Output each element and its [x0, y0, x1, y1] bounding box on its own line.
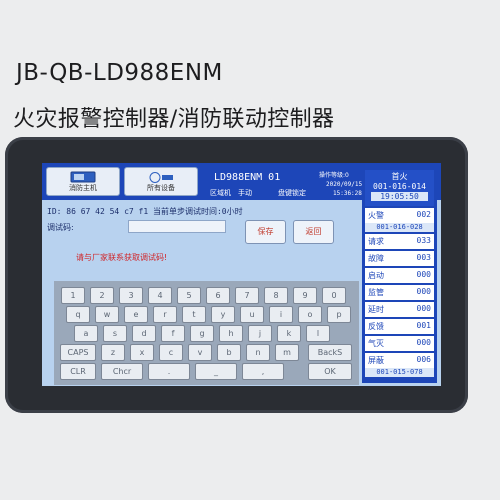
key-l[interactable]: l	[306, 325, 330, 342]
key-space[interactable]: _	[195, 363, 237, 380]
key-i[interactable]: i	[269, 306, 293, 323]
key-z[interactable]: z	[101, 344, 125, 361]
first-fire-address: 001-016-014	[373, 182, 426, 191]
tab-all-devices-label: 所有设备	[147, 184, 175, 192]
status-item-request[interactable]: 请求 033	[365, 234, 434, 249]
status-item-count: 002	[416, 210, 431, 219]
status-item-count: 000	[416, 270, 431, 279]
mode-lock: 盘键锁定	[278, 189, 306, 197]
key-d[interactable]: d	[132, 325, 156, 342]
key-g[interactable]: g	[190, 325, 214, 342]
model-label: JB-QB-LD988ENM	[16, 60, 223, 86]
key-o[interactable]: o	[298, 306, 322, 323]
key-a[interactable]: a	[74, 325, 98, 342]
on-screen-keyboard: 1 2 3 4 5 6 7 8 9 0 q w e r t y u i o p …	[54, 281, 359, 385]
status-item-supervise[interactable]: 监管 000	[365, 285, 434, 300]
status-item-start[interactable]: 启动 000	[365, 268, 434, 283]
status-item-sub: 001-016-028	[365, 223, 434, 232]
status-item-count: 006	[416, 355, 431, 364]
status-item-feedback[interactable]: 反馈 001	[365, 319, 434, 334]
mode-area: 区域机	[210, 189, 231, 197]
operation-level: 操作等级:0	[319, 172, 349, 179]
key-r[interactable]: r	[153, 306, 177, 323]
status-item-count: 001	[416, 321, 431, 330]
key-chcr[interactable]: Chcr	[101, 363, 143, 380]
status-item-count: 003	[416, 253, 431, 262]
key-n[interactable]: n	[246, 344, 270, 361]
status-item-count: 000	[416, 287, 431, 296]
status-item-shield[interactable]: 屏蔽 006 001-015-078	[365, 353, 434, 377]
controller-title: LD988ENM 01	[214, 172, 281, 183]
status-item-count: 000	[416, 304, 431, 313]
key-clear[interactable]: CLR	[60, 363, 96, 380]
first-fire-label: 首火	[391, 172, 408, 181]
first-fire-time: 19:05:50	[371, 192, 428, 201]
key-4[interactable]: 4	[148, 287, 172, 304]
key-6[interactable]: 6	[206, 287, 230, 304]
key-w[interactable]: w	[95, 306, 119, 323]
key-9[interactable]: 9	[293, 287, 317, 304]
tab-fire-host[interactable]: 消防主机	[46, 167, 120, 196]
key-s[interactable]: s	[103, 325, 127, 342]
key-0[interactable]: 0	[322, 287, 346, 304]
status-item-label: 气灭	[368, 339, 384, 348]
key-ok[interactable]: OK	[308, 363, 352, 380]
first-fire-box[interactable]: 首火 001-016-014 19:05:50	[365, 170, 434, 206]
status-item-count: 033	[416, 236, 431, 245]
key-7[interactable]: 7	[235, 287, 259, 304]
status-item-delay[interactable]: 延时 000	[365, 302, 434, 317]
date-display: 2020/09/15	[326, 181, 363, 188]
key-8[interactable]: 8	[264, 287, 288, 304]
device-id-line: ID: 86 67 42 54 c7 f1 当前单步调试时间:0小时	[47, 207, 243, 216]
status-item-label: 屏蔽	[368, 356, 384, 365]
key-c[interactable]: c	[159, 344, 183, 361]
tab-fire-host-label: 消防主机	[69, 184, 97, 192]
key-period[interactable]: .	[148, 363, 190, 380]
save-button[interactable]: 保存	[245, 220, 286, 244]
status-panel: 首火 001-016-014 19:05:50 火警 002 001-016-0…	[362, 168, 437, 383]
key-5[interactable]: 5	[177, 287, 201, 304]
status-item-label: 火警	[368, 211, 384, 220]
mode-manual: 手动	[238, 189, 252, 197]
debug-code-input[interactable]	[128, 220, 226, 233]
status-item-fire[interactable]: 火警 002 001-016-028	[365, 208, 434, 232]
key-p[interactable]: p	[327, 306, 351, 323]
status-item-sub: 001-015-078	[365, 368, 434, 377]
status-item-fault[interactable]: 故障 003	[365, 251, 434, 266]
time-display: 15:36:28	[333, 190, 362, 197]
tab-all-devices[interactable]: 所有设备	[124, 167, 198, 196]
product-name-label: 火灾报警控制器/消防联动控制器	[13, 107, 335, 132]
key-y[interactable]: y	[211, 306, 235, 323]
key-comma[interactable]: ,	[242, 363, 284, 380]
exit-button[interactable]: 返回	[293, 220, 334, 244]
key-b[interactable]: b	[217, 344, 241, 361]
key-e[interactable]: e	[124, 306, 148, 323]
status-item-label: 反馈	[368, 322, 384, 331]
status-item-gas-extinguish[interactable]: 气灭 000	[365, 336, 434, 351]
key-j[interactable]: j	[248, 325, 272, 342]
status-item-label: 故障	[368, 254, 384, 263]
status-item-count: 000	[416, 338, 431, 347]
contact-manufacturer-note: 请与厂家联系获取调试码!	[76, 253, 168, 262]
key-f[interactable]: f	[161, 325, 185, 342]
key-k[interactable]: k	[277, 325, 301, 342]
key-backspace[interactable]: BackS	[308, 344, 352, 361]
key-m[interactable]: m	[275, 344, 299, 361]
debug-code-label: 调试码:	[47, 223, 74, 232]
key-3[interactable]: 3	[119, 287, 143, 304]
key-1[interactable]: 1	[61, 287, 85, 304]
status-item-label: 延时	[368, 305, 384, 314]
key-v[interactable]: v	[188, 344, 212, 361]
key-2[interactable]: 2	[90, 287, 114, 304]
status-item-label: 监管	[368, 288, 384, 297]
key-u[interactable]: u	[240, 306, 264, 323]
status-item-label: 请求	[368, 237, 384, 246]
key-q[interactable]: q	[66, 306, 90, 323]
controller-screen: 消防主机 所有设备 LD988ENM 01 区域机 手动 盘键锁定 操作等级:0…	[42, 163, 441, 386]
key-h[interactable]: h	[219, 325, 243, 342]
key-x[interactable]: x	[130, 344, 154, 361]
key-t[interactable]: t	[182, 306, 206, 323]
status-item-label: 启动	[368, 271, 384, 280]
key-caps[interactable]: CAPS	[60, 344, 96, 361]
